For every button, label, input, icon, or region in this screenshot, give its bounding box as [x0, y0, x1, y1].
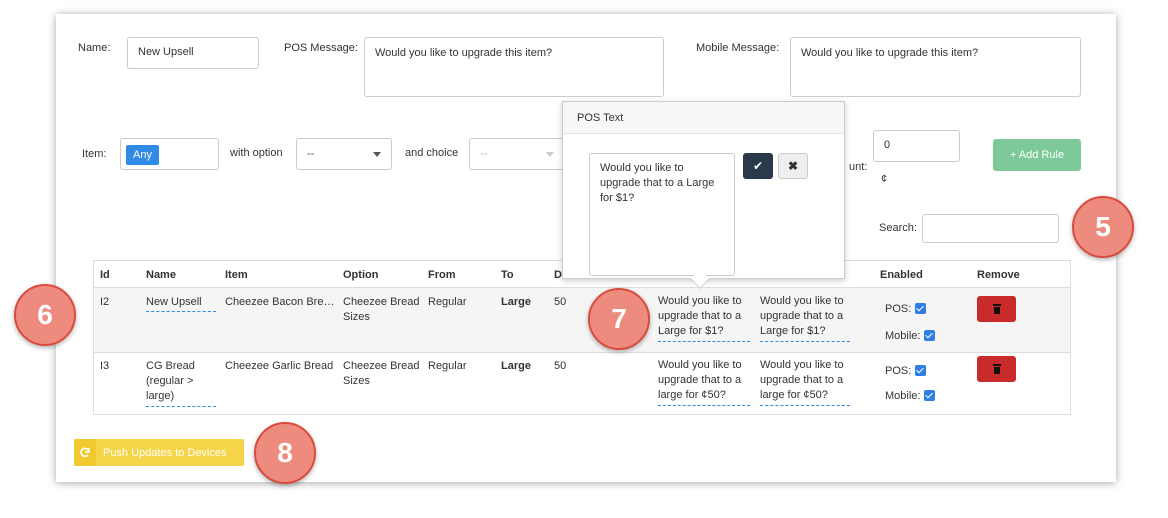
chevron-down-icon [546, 151, 554, 157]
row-from: Regular [428, 360, 467, 372]
search-label: Search: [879, 222, 917, 234]
rules-table: Id Name Item Option From To Di Enabled R… [93, 260, 1071, 415]
trash-icon [992, 363, 1001, 374]
name-label: Name: [78, 42, 111, 54]
table-row: I3 CG Bread (regular > large) Cheezee Ga… [94, 352, 1070, 414]
row-from: Regular [428, 296, 467, 308]
mobile-enabled-label: Mobile: [885, 390, 921, 402]
amount-input[interactable]: 0 [873, 130, 960, 162]
pos-message-input[interactable] [364, 37, 664, 97]
name-input[interactable]: New Upsell [127, 37, 259, 69]
row-pos-text[interactable]: Would you like to upgrade that to a larg… [658, 358, 750, 406]
row-mobile-text[interactable]: Would you like to upgrade that to a larg… [760, 358, 850, 406]
amount-label: unt: [849, 161, 868, 173]
column-header-name: Name [146, 269, 176, 281]
mobile-enabled-label: Mobile: [885, 330, 921, 342]
popover-textarea[interactable] [589, 153, 735, 276]
row-name[interactable]: New Upsell [146, 295, 216, 313]
upsell-rules-panel: Name: New Upsell POS Message: Mobile Mes… [56, 14, 1116, 482]
row-id: I2 [100, 296, 110, 308]
close-icon: ✖ [787, 159, 799, 173]
table-row: I2 New Upsell Cheezee Bacon Bre… Cheezee… [94, 287, 1070, 352]
callout-6: 6 [14, 284, 76, 346]
pos-enabled-checkbox[interactable] [915, 365, 927, 376]
row-id: I3 [100, 360, 110, 372]
remove-button[interactable] [977, 296, 1016, 322]
pos-enabled: POS: [885, 302, 927, 317]
currency-symbol: ¢ [881, 173, 888, 185]
push-updates-button[interactable]: Push Updates to Devices [74, 439, 244, 466]
trash-icon [992, 303, 1001, 314]
and-choice-label: and choice [405, 147, 459, 159]
chevron-down-icon [373, 151, 381, 157]
mobile-message-input[interactable] [790, 37, 1081, 97]
pos-enabled-checkbox[interactable] [915, 303, 927, 314]
option-select-value: -- [307, 148, 315, 160]
item-label: Item: [82, 148, 107, 160]
row-discount: 50 [554, 360, 567, 372]
callout-7: 7 [588, 288, 650, 350]
row-option: Cheezee Bread Sizes [343, 296, 420, 324]
remove-button[interactable] [977, 356, 1016, 382]
column-header-to: To [501, 269, 514, 281]
popover-confirm-button[interactable]: ✔ [743, 153, 773, 179]
add-rule-button[interactable]: + Add Rule [993, 139, 1081, 171]
item-tag-input[interactable]: Any [120, 138, 219, 170]
row-to: Large [501, 296, 531, 308]
column-header-remove: Remove [977, 269, 1020, 281]
option-select[interactable]: -- [296, 138, 392, 170]
check-icon: ✔ [752, 159, 764, 173]
popover-title: POS Text [563, 102, 844, 134]
column-header-enabled: Enabled [880, 269, 923, 281]
pos-enabled: POS: [885, 364, 927, 379]
mobile-message-label: Mobile Message: [696, 42, 780, 54]
row-pos-text[interactable]: Would you like to upgrade that to a Larg… [658, 294, 750, 342]
mobile-enabled: Mobile: [885, 389, 936, 404]
search-input[interactable] [922, 214, 1059, 243]
row-discount: 50 [554, 296, 567, 308]
popover-cancel-button[interactable]: ✖ [778, 153, 808, 179]
mobile-enabled: Mobile: [885, 329, 936, 344]
column-header-item: Item [225, 269, 248, 281]
choice-select-value: -- [480, 148, 488, 160]
row-to: Large [501, 360, 531, 372]
mobile-enabled-checkbox[interactable] [924, 330, 936, 341]
column-header-option: Option [343, 269, 379, 281]
pos-text-popover: POS Text ✔ ✖ [562, 101, 845, 289]
row-item: Cheezee Garlic Bread [225, 360, 334, 372]
pos-enabled-label: POS: [885, 303, 912, 315]
row-option: Cheezee Bread Sizes [343, 360, 420, 388]
row-item: Cheezee Bacon Bre… [225, 296, 335, 308]
column-header-from: From [428, 269, 456, 281]
callout-8: 8 [254, 422, 316, 484]
pos-enabled-label: POS: [885, 365, 912, 377]
mobile-enabled-checkbox[interactable] [924, 390, 936, 401]
row-name[interactable]: CG Bread (regular > large) [146, 359, 216, 407]
callout-5: 5 [1072, 196, 1134, 258]
push-updates-label: Push Updates to Devices [103, 446, 227, 459]
row-mobile-text[interactable]: Would you like to upgrade that to a Larg… [760, 294, 850, 342]
pos-message-label: POS Message: [284, 42, 358, 54]
with-option-label: with option [230, 147, 283, 159]
column-header-id: Id [100, 269, 110, 281]
item-tag-any[interactable]: Any [126, 145, 159, 165]
choice-select[interactable]: -- [469, 138, 565, 170]
refresh-icon [74, 439, 96, 466]
